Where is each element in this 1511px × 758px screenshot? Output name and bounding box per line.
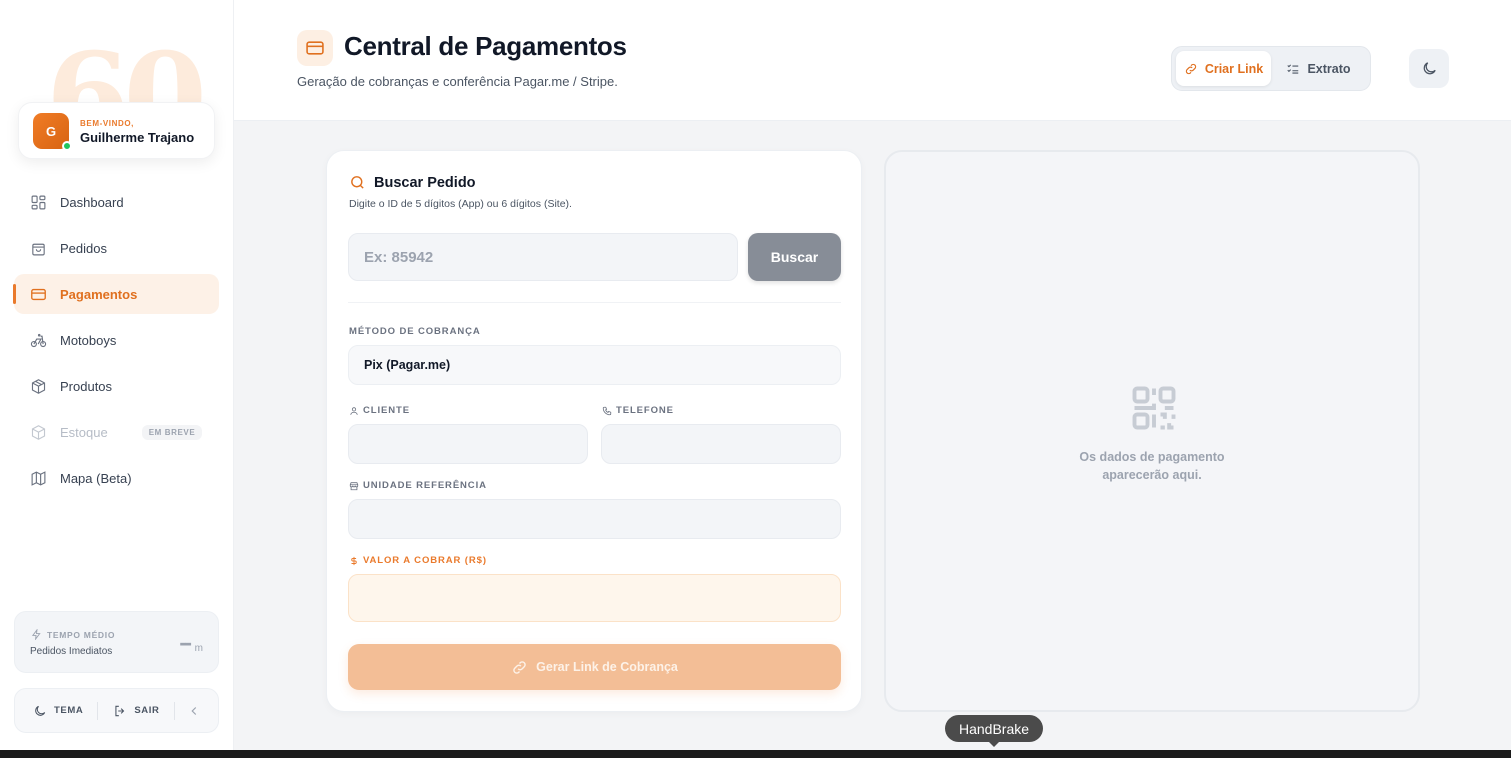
logout-icon [115, 705, 125, 716]
dollar-icon [351, 556, 357, 565]
checklist-icon [1287, 64, 1299, 74]
order-id-input[interactable] [348, 233, 738, 281]
divider [174, 701, 176, 720]
search-button[interactable]: Buscar [748, 233, 841, 281]
payment-result-panel: Os dados de pagamento aparecerão aqui. [884, 150, 1420, 712]
title-icon-wrap [297, 30, 333, 66]
dock-tooltip: HandBrake [945, 715, 1043, 747]
moon-icon [35, 705, 46, 716]
sidebar-item-pagamentos[interactable]: Pagamentos [13, 274, 219, 314]
user-card[interactable]: G BEM-VINDO, Guilherme Trajano [18, 102, 215, 159]
phone-input[interactable] [601, 424, 841, 464]
average-time-title: TEMPO MÉDIO [31, 629, 115, 640]
sidebar: 60 G BEM-VINDO, Guilherme Trajano Dashbo… [0, 0, 234, 750]
sidebar-nav: Dashboard Pedidos Pagamentos Motoboys Pr… [13, 182, 219, 504]
payment-form-card: Buscar Pedido Digite o ID de 5 dígitos (… [326, 150, 862, 712]
sidebar-item-mapa[interactable]: Mapa (Beta) [14, 458, 219, 498]
payment-method-select[interactable]: Pix (Pagar.me) [348, 345, 841, 385]
user-icon [350, 406, 358, 415]
lightning-icon [31, 629, 41, 640]
sidebar-item-produtos[interactable]: Produtos [14, 366, 219, 406]
moon-icon [1423, 62, 1436, 75]
page-title: Central de Pagamentos [344, 31, 627, 61]
collapse-sidebar-button[interactable] [187, 704, 208, 718]
average-time-subtitle: Pedidos Imediatos [30, 646, 113, 657]
coming-soon-badge: EM BREVE [141, 424, 203, 440]
phone-icon [602, 406, 612, 415]
search-icon [351, 176, 364, 189]
divider [97, 701, 99, 720]
sidebar-item-label: Dashboard [60, 194, 124, 210]
sidebar-item-label: Pedidos [60, 240, 107, 256]
credit-card-icon [31, 288, 46, 300]
sidebar-item-pedidos[interactable]: Pedidos [14, 228, 219, 268]
method-label: MÉTODO DE COBRANÇA [349, 326, 481, 337]
credit-card-icon [306, 41, 324, 55]
sidebar-item-estoque: Estoque EM BREVE [14, 412, 219, 452]
theme-toggle-button[interactable]: TEMA [33, 704, 83, 718]
unit-label: UNIDADE REFERÊNCIA [349, 480, 487, 491]
page-header: Central de Pagamentos Geração de cobranç… [234, 0, 1511, 121]
sidebar-item-label: Estoque [60, 424, 108, 440]
tab-extrato[interactable]: Extrato [1271, 51, 1366, 86]
qr-code-icon [1132, 386, 1176, 430]
sidebar-item-label: Produtos [60, 378, 113, 394]
client-input[interactable] [348, 424, 588, 464]
divider [348, 302, 841, 303]
user-name: Guilherme Trajano [80, 130, 195, 145]
box-icon [31, 378, 46, 394]
dock-strip [0, 750, 1511, 758]
link-icon [513, 660, 526, 674]
sidebar-bottom-bar: TEMA SAIR [14, 688, 219, 733]
empty-state-text: Os dados de pagamento aparecerão aqui. [1079, 450, 1225, 482]
store-icon [349, 481, 359, 490]
link-icon [1185, 63, 1196, 74]
bike-icon [30, 333, 47, 347]
average-time-unit: m [194, 643, 203, 654]
sidebar-item-label: Motoboys [60, 332, 117, 348]
average-time-value: -- [179, 630, 192, 655]
logout-button[interactable]: SAIR [113, 704, 159, 718]
dark-mode-button[interactable] [1409, 49, 1449, 88]
form-subtitle: Digite o ID de 5 dígitos (App) ou 6 dígi… [349, 198, 572, 210]
online-status-dot [62, 141, 72, 151]
dashboard-icon [31, 195, 46, 209]
sidebar-item-label: Pagamentos [60, 286, 138, 302]
unit-reference-input[interactable] [348, 499, 841, 539]
average-time-card: TEMPO MÉDIO Pedidos Imediatos -- m [14, 611, 219, 673]
form-title: Buscar Pedido [349, 174, 476, 191]
package-icon [31, 424, 46, 440]
view-switcher: Criar Link Extrato [1171, 46, 1371, 91]
map-icon [31, 470, 46, 486]
welcome-label: BEM-VINDO, [80, 119, 134, 128]
sidebar-item-motoboys[interactable]: Motoboys [14, 320, 219, 360]
app-window: 60 G BEM-VINDO, Guilherme Trajano Dashbo… [0, 0, 1511, 750]
value-label: VALOR A COBRAR (R$) [349, 555, 487, 566]
sidebar-item-dashboard[interactable]: Dashboard [14, 182, 219, 222]
tab-criar-link[interactable]: Criar Link [1176, 51, 1271, 86]
phone-label: TELEFONE [602, 405, 674, 416]
charge-value-input[interactable] [348, 574, 841, 622]
client-label: CLIENTE [349, 405, 410, 416]
page-subtitle: Geração de cobranças e conferência Pagar… [297, 74, 618, 89]
generate-link-button[interactable]: Gerar Link de Cobrança [348, 644, 841, 690]
chevron-left-icon [191, 706, 197, 715]
shopping-bag-icon [32, 243, 45, 255]
sidebar-item-label: Mapa (Beta) [60, 470, 132, 486]
